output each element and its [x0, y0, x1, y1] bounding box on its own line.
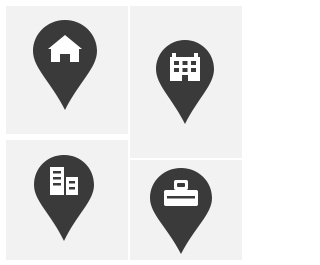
id-badge-icon: [150, 168, 212, 254]
house-icon: [33, 20, 97, 110]
map-pin-badge: [147, 166, 215, 256]
map-pin-house: [30, 18, 100, 112]
map-pin-apartment: [153, 38, 217, 126]
apartment-building-icon: [156, 40, 214, 124]
office-buildings-icon: [34, 155, 94, 241]
map-pin-office: [31, 153, 97, 243]
